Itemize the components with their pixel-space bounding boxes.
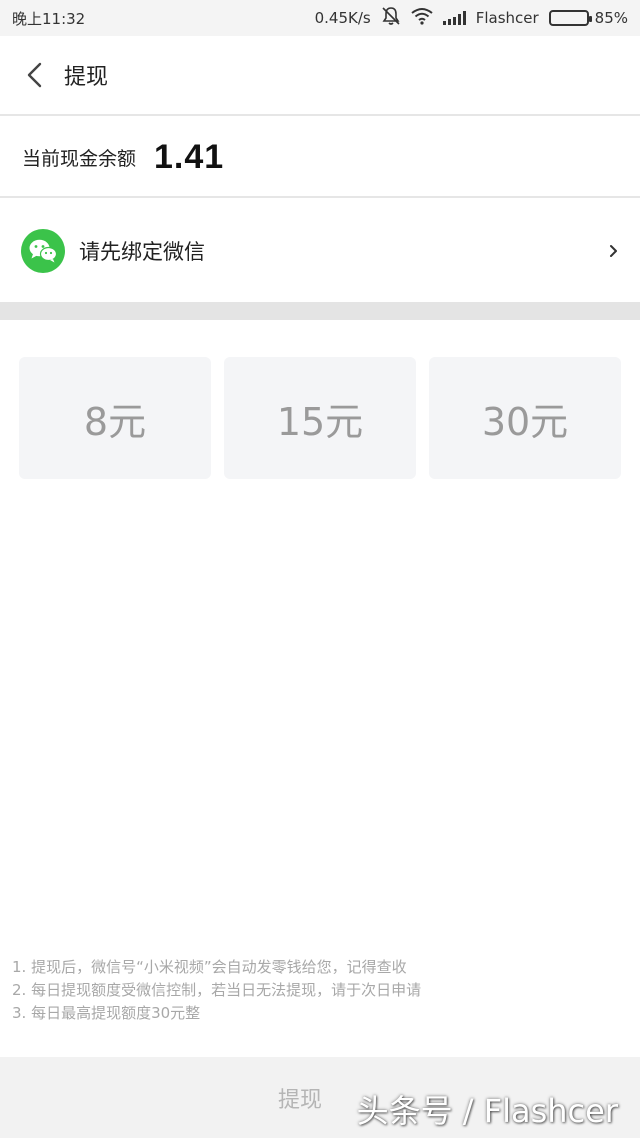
status-bar: 晚上11:32 0.45K/s Flashcer 85% — [0, 0, 640, 36]
amount-option-15[interactable]: 15元 — [224, 357, 416, 479]
balance-value: 1.41 — [154, 137, 225, 176]
status-indicators: 0.45K/s Flashcer 85% — [315, 6, 628, 30]
amount-option-30[interactable]: 30元 — [429, 357, 621, 479]
battery-indicator: 85% — [548, 9, 628, 27]
bell-off-icon — [381, 6, 401, 30]
app-header: 提现 — [0, 36, 640, 116]
battery-icon — [548, 10, 592, 26]
back-arrow-icon[interactable] — [26, 60, 50, 90]
note-item: 2. 每日提现额度受微信控制，若当日无法提现，请于次日申请 — [12, 981, 422, 999]
signal-icon — [442, 11, 466, 25]
network-speed: 0.45K/s — [314, 9, 371, 27]
balance-label: 当前现金余额 — [22, 147, 137, 170]
withdraw-button[interactable]: 提现 — [278, 1082, 362, 1114]
watermark: 头条号 / Flashcer — [356, 1092, 618, 1130]
amount-option-8[interactable]: 8元 — [19, 357, 211, 479]
bind-wechat-row[interactable]: 请先绑定微信 — [0, 200, 640, 302]
chevron-right-icon — [608, 241, 620, 261]
note-item: 3. 每日最高提现额度30元整 — [12, 1004, 201, 1022]
balance-row: 当前现金余额 1.41 — [0, 118, 640, 198]
note-item: 1. 提现后，微信号“小米视频”会自动发零钱给您，记得查收 — [12, 958, 407, 976]
bind-wechat-label: 请先绑定微信 — [79, 240, 205, 264]
withdraw-notes: 1. 提现后，微信号“小米视频”会自动发零钱给您，记得查收 2. 每日提现额度受… — [12, 956, 632, 1025]
status-time: 晚上11:32 — [12, 9, 86, 28]
battery-percent: 85% — [594, 9, 628, 27]
page-title: 提现 — [64, 65, 109, 90]
wechat-icon — [21, 229, 65, 273]
wifi-icon — [411, 7, 433, 29]
amount-options: 8元 15元 30元 — [19, 357, 621, 479]
carrier-name: Flashcer — [475, 9, 539, 27]
section-divider — [0, 302, 640, 320]
